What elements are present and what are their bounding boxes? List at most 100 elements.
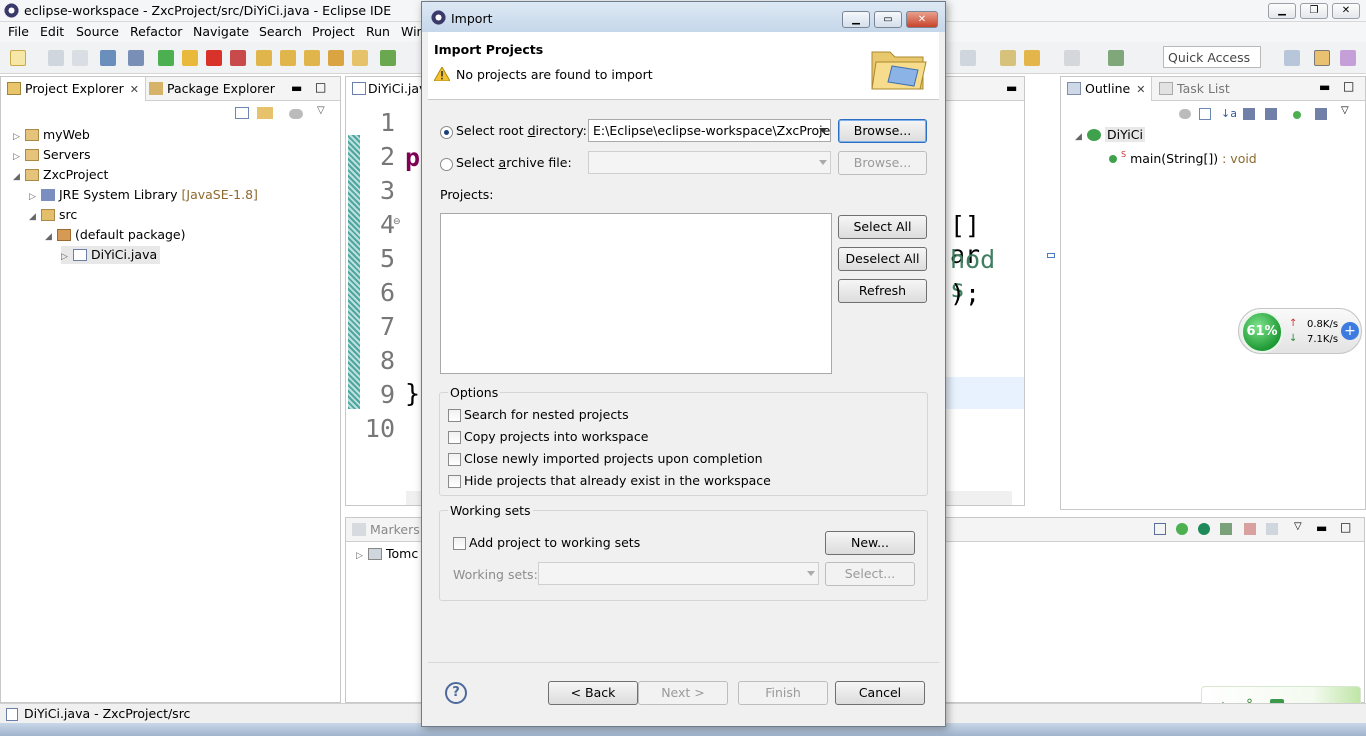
stop-server-icon[interactable] <box>1244 523 1256 535</box>
minimize-icon[interactable]: ▬ <box>1319 80 1330 94</box>
view-menu-icon[interactable]: ▽ <box>317 105 325 116</box>
collapse-all-icon[interactable] <box>235 107 249 119</box>
tree-item-servers[interactable]: ▷ Servers <box>13 146 91 164</box>
step-into-icon[interactable] <box>256 50 272 66</box>
start-server-icon[interactable] <box>1198 523 1210 535</box>
hide-fields-icon[interactable] <box>1243 108 1255 120</box>
cpu-usage-ball[interactable]: 61% <box>1241 311 1283 353</box>
expand-icon[interactable]: ▷ <box>13 128 23 146</box>
forward-icon[interactable] <box>1064 50 1080 66</box>
root-directory-radio[interactable] <box>440 126 453 139</box>
server-row[interactable]: ▷ Tomc <box>356 545 418 563</box>
hide-static-icon[interactable] <box>1265 108 1277 120</box>
menu-source[interactable]: Source <box>76 24 119 39</box>
minimize-icon[interactable]: ▁ <box>842 11 870 28</box>
fold-icon[interactable]: ⊖ <box>393 217 401 227</box>
menu-edit[interactable]: Edit <box>40 24 64 39</box>
tab-task-list[interactable]: Task List <box>1153 77 1236 101</box>
pin-icon[interactable] <box>960 50 976 66</box>
hide-existing-checkbox[interactable] <box>448 475 461 488</box>
close-imported-checkbox[interactable] <box>448 453 461 466</box>
outline-class-row[interactable]: ◢ DiYiCi <box>1075 126 1145 144</box>
drop-to-frame-icon[interactable] <box>328 50 344 66</box>
finish-button[interactable]: Finish <box>738 681 828 705</box>
minimize-icon[interactable]: ▬ <box>291 81 302 95</box>
close-icon[interactable]: ✕ <box>906 11 938 28</box>
search-nested-checkbox[interactable] <box>448 409 461 422</box>
outline-method-row[interactable]: Smain(String[]) : void <box>1107 146 1257 166</box>
menu-run[interactable]: Run <box>366 24 390 39</box>
menu-search[interactable]: Search <box>259 24 302 39</box>
tree-item-default-package[interactable]: ◢ (default package) <box>45 226 185 244</box>
working-sets-combo[interactable] <box>538 562 819 585</box>
select-all-button[interactable]: Select All <box>838 215 927 239</box>
browse-directory-button[interactable]: Browse... <box>838 119 927 143</box>
console-icon[interactable] <box>1154 523 1166 535</box>
sort-icon[interactable]: ↓a <box>1221 107 1237 120</box>
skip-breakpoints-icon[interactable] <box>128 50 144 66</box>
maximize-icon[interactable]: □ <box>1340 520 1351 534</box>
debug-icon[interactable] <box>380 50 396 66</box>
close-icon[interactable]: ✕ <box>1136 83 1145 96</box>
browse-archive-button[interactable]: Browse... <box>838 151 927 175</box>
expand-icon[interactable]: ▷ <box>13 148 23 166</box>
save-all-icon[interactable] <box>72 50 88 66</box>
quick-access-input[interactable]: Quick Access <box>1163 46 1261 68</box>
cancel-button[interactable]: Cancel <box>835 681 925 705</box>
expand-icon[interactable]: ▷ <box>29 188 39 206</box>
minimize-icon[interactable]: ▁ <box>1268 3 1296 19</box>
archive-file-radio[interactable] <box>440 158 453 171</box>
expand-icon[interactable]: ▷ <box>61 248 71 266</box>
select-working-set-button[interactable]: Select... <box>825 562 915 586</box>
refresh-button[interactable]: Refresh <box>838 279 927 303</box>
collapse-icon[interactable]: ◢ <box>1075 128 1085 146</box>
tab-markers[interactable]: Markers <box>346 518 426 542</box>
hide-nonpublic-icon[interactable] <box>1293 111 1301 119</box>
view-menu-icon[interactable]: ▽ <box>1294 521 1302 532</box>
tab-project-explorer[interactable]: Project Explorer ✕ <box>1 77 147 101</box>
menu-project[interactable]: Project <box>312 24 355 39</box>
filter-icon[interactable] <box>1179 109 1191 119</box>
new-icon[interactable] <box>10 50 26 66</box>
use-step-filters-icon[interactable] <box>352 50 368 66</box>
tab-outline[interactable]: Outline ✕ <box>1061 77 1153 101</box>
open-perspective-icon[interactable] <box>1108 50 1124 66</box>
perspective-icon[interactable] <box>1284 50 1300 66</box>
add-icon[interactable]: + <box>1341 322 1359 340</box>
collapse-all-icon[interactable] <box>1199 108 1211 120</box>
new-working-set-button[interactable]: New... <box>825 531 915 555</box>
suspend-icon[interactable] <box>182 50 198 66</box>
save-icon[interactable] <box>48 50 64 66</box>
add-to-working-sets-checkbox[interactable] <box>453 537 466 550</box>
debug-icon[interactable] <box>1176 523 1188 535</box>
disconnect-icon[interactable] <box>230 50 246 66</box>
tree-item-jre[interactable]: ▷ JRE System Library [JavaSE-1.8] <box>29 186 258 204</box>
collapse-icon[interactable]: ◢ <box>13 168 23 186</box>
tree-item-src[interactable]: ◢ src <box>29 206 77 224</box>
maximize-icon[interactable]: □ <box>1343 79 1354 93</box>
menu-refactor[interactable]: Refactor <box>130 24 182 39</box>
close-icon[interactable]: ✕ <box>130 83 139 96</box>
collapse-icon[interactable]: ◢ <box>45 228 55 246</box>
resume-icon[interactable] <box>158 50 174 66</box>
maximize-icon[interactable]: □ <box>315 80 326 94</box>
maximize-icon[interactable]: ▭ <box>874 11 902 28</box>
copy-projects-checkbox[interactable] <box>448 431 461 444</box>
terminal-icon[interactable] <box>100 50 116 66</box>
step-return-icon[interactable] <box>304 50 320 66</box>
back-button[interactable]: < Back <box>548 681 638 705</box>
view-menu-icon[interactable]: ▽ <box>1341 105 1349 116</box>
tree-item-diyici-java[interactable]: ▷ DiYiCi.java <box>61 246 161 266</box>
last-edit-icon[interactable] <box>1000 50 1016 66</box>
help-icon[interactable]: ? <box>445 682 467 704</box>
terminate-icon[interactable] <box>206 50 222 66</box>
debug-perspective-icon[interactable] <box>1340 50 1356 66</box>
collapse-icon[interactable]: ◢ <box>29 208 39 226</box>
back-icon[interactable] <box>1024 50 1040 66</box>
menu-navigate[interactable]: Navigate <box>193 24 249 39</box>
archive-file-combo[interactable] <box>588 151 831 174</box>
tree-item-zxcproject[interactable]: ◢ ZxcProject <box>13 166 108 184</box>
minimize-icon[interactable]: ▬ <box>1006 81 1017 95</box>
step-over-icon[interactable] <box>280 50 296 66</box>
filter-icon[interactable] <box>289 109 303 119</box>
